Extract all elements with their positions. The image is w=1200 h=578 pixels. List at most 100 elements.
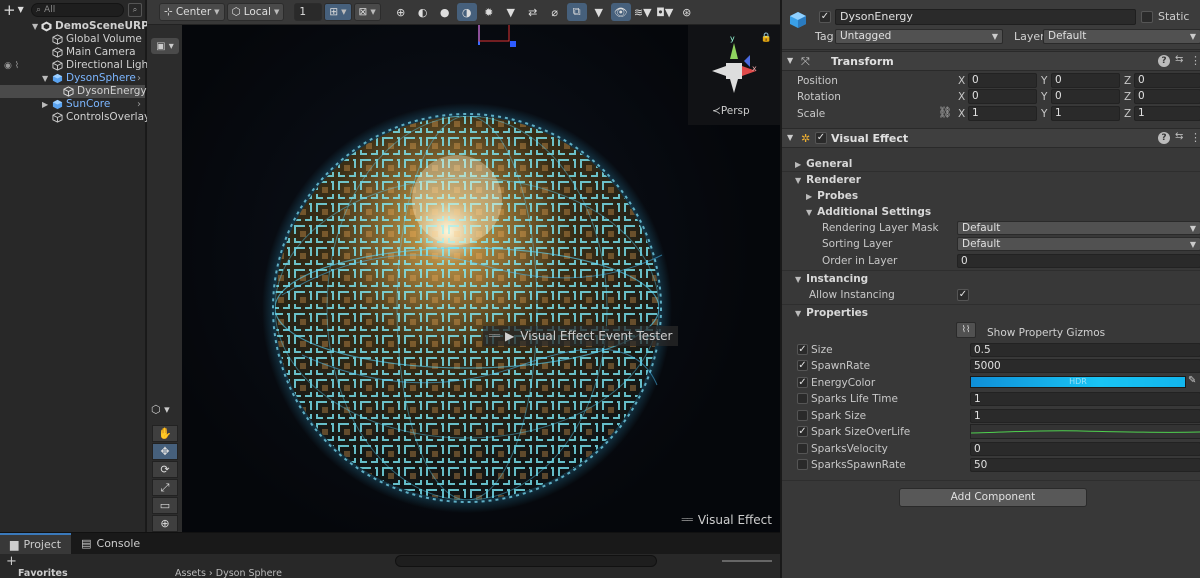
sparksvelocity-field[interactable]: 0 [970, 442, 1200, 456]
more-options-icon[interactable]: ⋮ [1190, 54, 1200, 67]
hand-tool-button[interactable]: ✋ [152, 425, 178, 442]
hierarchy-row-controls-overlay[interactable]: ControlsOverlay [0, 111, 150, 124]
vfx-event-tester-overlay[interactable]: ══ ▶ Visual Effect Event Tester [483, 326, 679, 346]
hierarchy-row-scene[interactable]: ▼ DemoSceneURP [0, 20, 149, 33]
scale-tool-button[interactable]: ⤢ [152, 479, 178, 496]
lighting-toggle[interactable]: ✹ [479, 3, 499, 21]
shading-lit-button[interactable]: ◑ [456, 3, 477, 21]
shading-shaded-button[interactable]: ● [435, 3, 455, 21]
camera-settings-dropdown[interactable]: ◘ ▼ [655, 3, 675, 21]
rendering-layer-mask-dropdown[interactable]: Default ▼ [957, 221, 1200, 235]
active-checkbox[interactable]: ✓ [819, 11, 831, 23]
rotation-z-field[interactable]: 0 [1134, 89, 1200, 104]
help-icon[interactable]: ? [1158, 132, 1170, 144]
create-asset-button[interactable]: + [6, 554, 17, 569]
grid-visibility-toggle[interactable]: ⊠ ▼ [353, 3, 381, 21]
breadcrumb[interactable]: Assets › Dyson Sphere [175, 568, 282, 578]
move-gizmo[interactable] [478, 18, 516, 47]
vfx-overlay-panel[interactable]: ══ Visual Effect [682, 513, 772, 527]
pivot-rotation-dropdown[interactable]: ⬡ Local ▼ [226, 3, 285, 21]
projection-toggle[interactable]: ≺Persp [712, 105, 750, 117]
expand-arrow-icon[interactable]: ▼ [32, 20, 38, 33]
rotation-y-field[interactable]: 0 [1051, 89, 1120, 104]
expand-arrow-icon[interactable]: ▼ [42, 72, 48, 85]
hierarchy-row-dyson-sphere[interactable]: ▼ DysonSphere › [0, 72, 145, 85]
spark-size-field[interactable]: 1 [970, 409, 1200, 423]
probes-foldout[interactable]: ▶ Probes [806, 190, 858, 202]
hierarchy-row-sun-core[interactable]: ▶ SunCore › [0, 98, 145, 111]
properties-foldout[interactable]: ▼ Properties [795, 307, 868, 319]
hierarchy-row-directional-light[interactable]: Directional Light [0, 59, 152, 72]
shading-wireframe-button[interactable]: ◐ [413, 3, 433, 21]
chevron-right-icon[interactable]: › [137, 72, 141, 85]
sparksspawnrate-field[interactable]: 50 [970, 458, 1200, 472]
scene-eye-toggle[interactable]: 👁 [610, 3, 631, 21]
gizmos-dropdown[interactable]: ⊛ [677, 3, 697, 21]
preset-icon[interactable]: ⇆ [1175, 131, 1183, 142]
create-button[interactable]: + ▼ [3, 2, 31, 18]
scale-x-field[interactable]: 1 [968, 106, 1037, 121]
spawnrate-override-checkbox[interactable]: ✓ [797, 360, 808, 371]
camera-mode-button[interactable]: ▣ ▾ [151, 38, 179, 54]
instancing-foldout[interactable]: ▼ Instancing [795, 273, 868, 285]
chevron-right-icon[interactable]: › [137, 98, 141, 111]
move-tool-button[interactable]: ✥ [152, 443, 178, 460]
sparks-life-time-field[interactable]: 1 [970, 392, 1200, 406]
orientation-gizmo[interactable]: 🔒 y x ≺Persp [688, 25, 780, 125]
tab-project[interactable]: ▆ Project [0, 533, 72, 554]
rect-tool-button[interactable]: ▭ [152, 497, 178, 514]
render-mode-dropdown[interactable]: ▼ [501, 3, 521, 21]
scale-z-field[interactable]: 1 [1134, 106, 1200, 121]
project-search-input[interactable] [395, 555, 657, 567]
audio-toggle[interactable]: ⇄ [523, 3, 543, 21]
sparksspawnrate-override-checkbox[interactable] [797, 459, 808, 470]
transform-component-header[interactable]: ▼ ⤧ Transform ? ⇆ ⋮ [782, 51, 1200, 71]
favorites-label[interactable]: Favorites [18, 568, 68, 578]
transform-tool-button[interactable]: ⊕ [152, 515, 178, 532]
position-y-field[interactable]: 0 [1051, 73, 1120, 88]
property-gizmo-button[interactable]: ⌇⌇ [956, 322, 976, 338]
orientation-cube-button[interactable]: ⬡ ▾ [151, 403, 170, 416]
drag-handle-icon[interactable]: ══ [682, 515, 693, 526]
visual-effect-component-header[interactable]: ▼ ✲ ✓ Visual Effect ? ⇆ ⋮ [782, 128, 1200, 148]
hierarchy-row-dyson-energy[interactable]: DysonEnergy [0, 85, 147, 98]
general-foldout[interactable]: ▶ General [795, 158, 852, 170]
allow-instancing-checkbox[interactable]: ✓ [957, 289, 969, 301]
layers-dropdown[interactable]: ≋ ▼ [633, 3, 653, 21]
order-in-layer-field[interactable]: 0 [957, 254, 1200, 268]
sorting-layer-dropdown[interactable]: Default ▼ [957, 237, 1200, 251]
spark-sizeoverlife-override-checkbox[interactable]: ✓ [797, 426, 808, 437]
static-checkbox[interactable] [1141, 11, 1153, 23]
tag-dropdown[interactable]: Untagged ▼ [835, 29, 1003, 44]
layer-dropdown[interactable]: Default ▼ [1043, 29, 1200, 44]
asset-zoom-slider[interactable] [722, 560, 772, 562]
sparksvelocity-override-checkbox[interactable] [797, 443, 808, 454]
position-z-field[interactable]: 0 [1134, 73, 1200, 88]
pivot-mode-dropdown[interactable]: ⊹ Center ▼ [159, 3, 225, 21]
effects-toggle[interactable]: ⌀ [545, 3, 565, 21]
visual-effect-enabled-checkbox[interactable]: ✓ [815, 132, 827, 144]
hierarchy-row-main-camera[interactable]: Main Camera [0, 46, 145, 59]
search-filter-button[interactable]: ⌕ [128, 3, 142, 17]
global-view-button[interactable]: ⊕ [391, 3, 411, 21]
rotate-tool-button[interactable]: ⟳ [152, 461, 178, 478]
spark-sizeoverlife-curve[interactable] [970, 424, 1200, 439]
spawnrate-field[interactable]: 5000 [970, 359, 1200, 373]
snap-increment-input[interactable]: 1 [294, 3, 323, 21]
object-name-field[interactable]: DysonEnergy [835, 9, 1136, 25]
help-icon[interactable]: ? [1158, 55, 1170, 67]
lock-icon[interactable]: 🔒 [761, 33, 772, 43]
renderer-foldout[interactable]: ▼ Renderer [795, 174, 861, 186]
collapse-arrow-icon[interactable]: ▼ [787, 133, 793, 142]
sparks-life-time-override-checkbox[interactable] [797, 393, 808, 404]
drag-handle-icon[interactable]: ══ [489, 331, 500, 342]
energycolor-override-checkbox[interactable]: ✓ [797, 377, 808, 388]
preset-icon[interactable]: ⇆ [1175, 54, 1183, 65]
size-override-checkbox[interactable]: ✓ [797, 344, 808, 355]
additional-settings-foldout[interactable]: ▼ Additional Settings [806, 206, 931, 218]
expand-arrow-icon[interactable]: ▶ [42, 98, 48, 111]
hierarchy-row-global-volume[interactable]: Global Volume [0, 33, 145, 46]
tab-console[interactable]: ▤ Console [71, 533, 150, 554]
energycolor-field[interactable]: HDR [970, 376, 1186, 388]
collapse-arrow-icon[interactable]: ▼ [787, 56, 793, 65]
